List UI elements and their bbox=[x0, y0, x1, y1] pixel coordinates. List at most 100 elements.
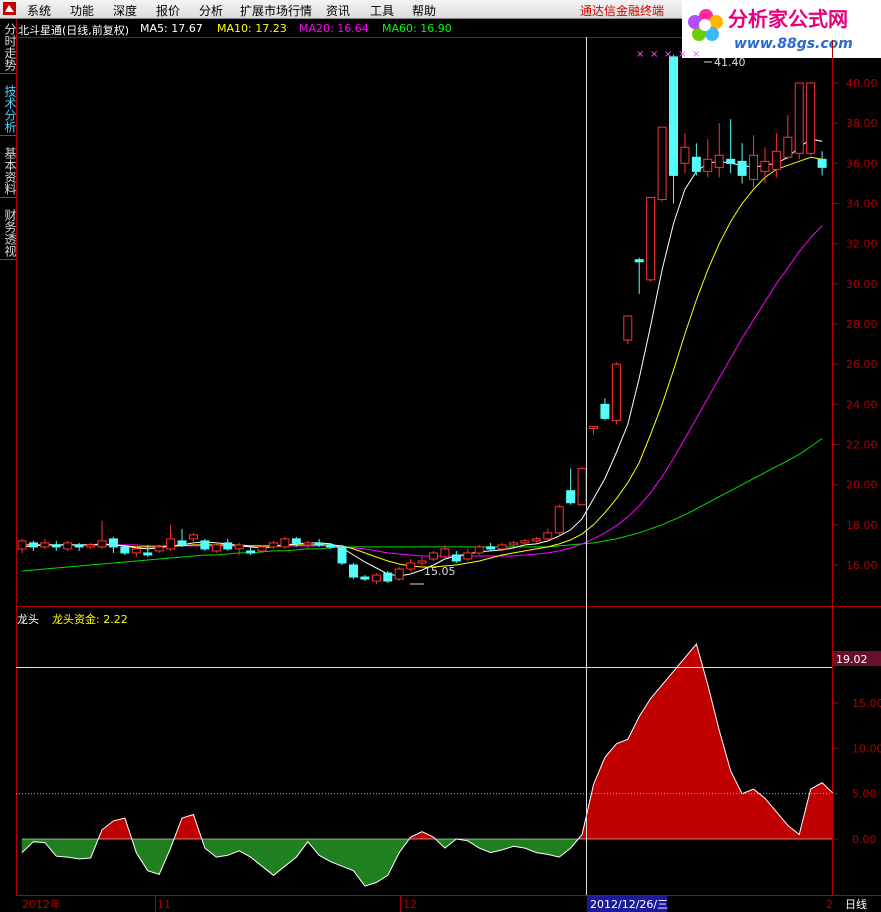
y-tick-label: 18.00 bbox=[846, 519, 878, 532]
ma5-line bbox=[21, 138, 823, 577]
longtou-area-segment bbox=[387, 838, 400, 876]
menu-tools[interactable]: 工具 bbox=[370, 2, 394, 19]
candle-body bbox=[234, 544, 244, 550]
longtou-area-segment bbox=[536, 838, 549, 855]
longtou-area-segment bbox=[227, 838, 240, 856]
longtou-area-segment bbox=[238, 838, 251, 858]
candle-body bbox=[806, 82, 816, 154]
longtou-area-segment bbox=[398, 838, 410, 854]
candle-body bbox=[74, 544, 84, 548]
longtou-line bbox=[21, 643, 834, 887]
menu-extended-market[interactable]: 扩展市场行情 bbox=[240, 2, 312, 19]
candle-body bbox=[257, 546, 267, 552]
longtou-area-segment bbox=[490, 838, 503, 853]
longtou-area-segment bbox=[741, 788, 754, 840]
candle-body bbox=[531, 538, 541, 542]
candle-body bbox=[131, 548, 141, 554]
candle-body bbox=[714, 154, 724, 168]
candle-body bbox=[280, 538, 290, 548]
candle-body bbox=[680, 146, 690, 164]
candle-body bbox=[600, 403, 610, 419]
longtou-area-segment bbox=[330, 838, 343, 867]
cursor-date-label: 2012/12/26/三 bbox=[590, 898, 668, 911]
side-tabs: 分时走势 技术分析 基本资料 财务透视 bbox=[0, 19, 17, 912]
longtou-area-segment bbox=[730, 770, 743, 840]
tab-intraday[interactable]: 分时走势 bbox=[0, 21, 17, 74]
menu-analysis[interactable]: 分析 bbox=[199, 2, 223, 19]
longtou-area-segment bbox=[478, 838, 491, 853]
candle-body bbox=[406, 562, 416, 570]
y-tick-label: 22.00 bbox=[846, 439, 878, 452]
candle-body bbox=[520, 540, 530, 544]
candle-body bbox=[440, 548, 450, 558]
candle-body bbox=[383, 572, 393, 582]
candle-body bbox=[554, 506, 564, 534]
longtou-area-segment bbox=[718, 730, 731, 840]
menu-system[interactable]: 系统 bbox=[27, 2, 51, 19]
longtou-area-segment bbox=[444, 838, 458, 849]
sub-chart-name: 龙头 bbox=[17, 613, 39, 626]
ma20-label: MA20: 16.64 bbox=[299, 22, 369, 35]
candle-body bbox=[188, 534, 198, 540]
longtou-area-segment bbox=[250, 838, 263, 867]
promo-link[interactable]: 通达信金融终端 bbox=[580, 2, 664, 19]
candle-body bbox=[337, 546, 347, 564]
candle-body bbox=[63, 542, 73, 550]
candle-body bbox=[314, 542, 324, 546]
longtou-area-segment bbox=[216, 838, 228, 858]
longtou-area-segment bbox=[364, 838, 377, 887]
tab-financials[interactable]: 财务透视 bbox=[0, 207, 17, 260]
stock-chart[interactable]: × × × × × 40.0038.0036.0034.0032.0030.0028.0… bbox=[0, 0, 881, 912]
candle-body bbox=[177, 540, 187, 546]
candle-body bbox=[497, 544, 507, 550]
y-tick-label: 16.00 bbox=[846, 559, 878, 572]
menu-quote[interactable]: 报价 bbox=[156, 2, 180, 19]
menu-depth[interactable]: 深度 bbox=[113, 2, 137, 19]
tab-fundamentals[interactable]: 基本资料 bbox=[0, 145, 17, 198]
candle-body bbox=[326, 544, 336, 548]
candle-body bbox=[669, 56, 679, 176]
longtou-area-segment bbox=[570, 838, 579, 849]
menu-function[interactable]: 功能 bbox=[70, 2, 94, 19]
longtou-area-segment bbox=[193, 814, 203, 840]
longtou-area-segment bbox=[307, 838, 320, 857]
candle-body bbox=[97, 540, 107, 548]
y-tick-label: 24.00 bbox=[846, 398, 878, 411]
candle-body bbox=[143, 552, 153, 556]
longtou-area-segment bbox=[90, 838, 99, 859]
y-tick-label: 26.00 bbox=[846, 358, 878, 371]
candle-body bbox=[211, 544, 221, 552]
longtou-area-segment bbox=[524, 838, 537, 853]
longtou-area-segment bbox=[513, 838, 526, 849]
longtou-area-segment bbox=[661, 670, 674, 840]
longtou-area-segment bbox=[638, 697, 651, 840]
longtou-area-segment bbox=[810, 782, 823, 840]
y-tick-label: 32.00 bbox=[846, 238, 878, 251]
tab-technical[interactable]: 技术分析 bbox=[0, 83, 17, 136]
longtou-area-segment bbox=[627, 716, 640, 840]
app-logo-icon[interactable] bbox=[3, 2, 16, 15]
candle-body bbox=[291, 538, 301, 544]
period-label: 日线 bbox=[845, 897, 867, 911]
longtou-area-segment bbox=[173, 818, 183, 840]
current-value-badge bbox=[833, 651, 881, 666]
candle-body bbox=[657, 126, 667, 200]
y-tick-label: 28.00 bbox=[846, 318, 878, 331]
candle-body bbox=[474, 546, 484, 554]
y-tick-label: 34.00 bbox=[846, 198, 878, 211]
menu-help[interactable]: 帮助 bbox=[412, 2, 436, 19]
ma20-line bbox=[22, 225, 823, 557]
candle-body bbox=[794, 82, 804, 154]
menu-news[interactable]: 资讯 bbox=[326, 2, 350, 19]
longtou-area-segment bbox=[273, 838, 286, 876]
candle-body bbox=[223, 542, 233, 550]
candle-body bbox=[17, 540, 27, 550]
candle-body bbox=[51, 544, 61, 548]
stock-title: 北斗星通(日线,前复权) bbox=[18, 24, 130, 37]
sub-y-tick-label: 15.00 bbox=[852, 697, 881, 710]
candle-body bbox=[348, 564, 358, 578]
longtou-area-segment bbox=[421, 831, 434, 840]
y-tick-label: 40.00 bbox=[846, 77, 878, 90]
candle-body bbox=[760, 160, 770, 172]
longtou-area-segment bbox=[410, 831, 423, 840]
